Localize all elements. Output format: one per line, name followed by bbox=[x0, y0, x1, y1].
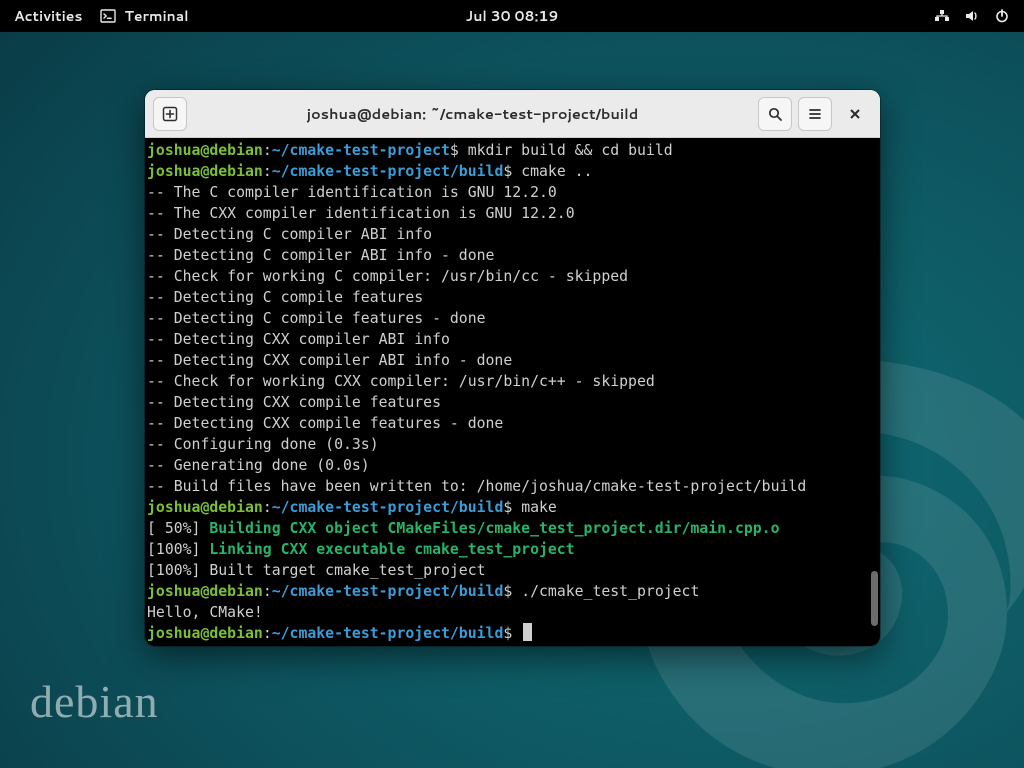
new-tab-button[interactable] bbox=[153, 97, 187, 131]
window-headerbar: joshua@debian: ~/cmake-test-project/buil… bbox=[145, 90, 880, 138]
scrollbar-thumb[interactable] bbox=[871, 571, 878, 626]
network-icon[interactable] bbox=[934, 8, 950, 24]
terminal-content[interactable]: joshua@debian:~/cmake-test-project$ mkdi… bbox=[145, 138, 868, 646]
power-icon[interactable] bbox=[994, 8, 1010, 24]
activities-button[interactable]: Activities bbox=[14, 6, 82, 26]
debian-wordmark: debian bbox=[30, 675, 159, 728]
terminal-scrollbar[interactable] bbox=[868, 138, 880, 646]
gnome-top-panel: Activities Terminal Jul 30 08:19 bbox=[0, 0, 1024, 32]
current-app-menu[interactable]: Terminal bbox=[100, 6, 188, 26]
close-button[interactable] bbox=[838, 97, 872, 131]
window-title: joshua@debian: ~/cmake-test-project/buil… bbox=[187, 103, 758, 124]
current-app-label: Terminal bbox=[124, 6, 188, 26]
volume-icon[interactable] bbox=[964, 8, 980, 24]
search-button[interactable] bbox=[758, 97, 792, 131]
menu-button[interactable] bbox=[798, 97, 832, 131]
terminal-icon bbox=[100, 8, 116, 24]
terminal-window: joshua@debian: ~/cmake-test-project/buil… bbox=[145, 90, 880, 646]
clock[interactable]: Jul 30 08:19 bbox=[466, 6, 559, 26]
